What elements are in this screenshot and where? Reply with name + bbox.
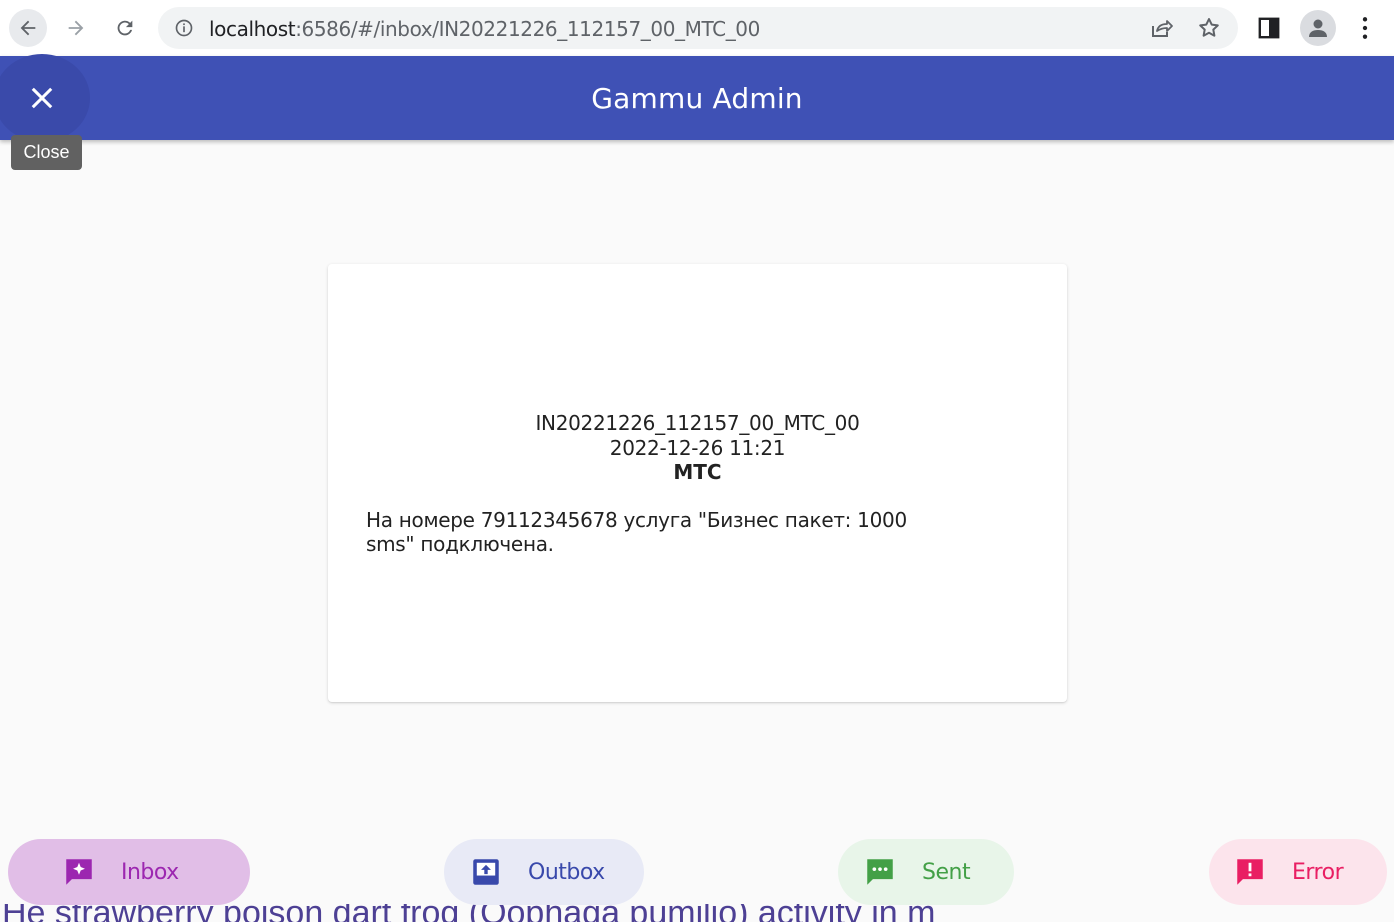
back-arrow-icon xyxy=(20,20,36,36)
close-tooltip: Close xyxy=(11,135,82,170)
forward-button[interactable] xyxy=(57,9,95,47)
outbox-upload-icon xyxy=(473,859,499,885)
sent-button[interactable]: Sent xyxy=(838,839,1014,905)
outbox-button[interactable]: Outbox xyxy=(444,839,644,905)
app-title: Gammu Admin xyxy=(591,82,803,115)
url-text[interactable]: localhost:6586/#/inbox/IN20221226_112157… xyxy=(209,17,760,41)
back-button[interactable] xyxy=(9,9,47,47)
profile-button[interactable] xyxy=(1300,10,1336,46)
error-label: Error xyxy=(1292,860,1344,885)
url-host: localhost xyxy=(209,17,296,41)
background-text-strip: He strawberry poison dart frog (Oophaga … xyxy=(0,904,1394,922)
inbox-label: Inbox xyxy=(121,860,179,885)
outbox-label: Outbox xyxy=(528,860,605,885)
share-icon[interactable] xyxy=(1148,16,1174,40)
message-date: 2022-12-26 11:21 xyxy=(609,436,786,460)
star-icon[interactable] xyxy=(1196,16,1222,40)
message-text: На номере 79112345678 услуга "Бизнес пак… xyxy=(366,508,907,556)
profile-icon xyxy=(1309,19,1327,37)
browser-toolbar: localhost:6586/#/inbox/IN20221226_112157… xyxy=(0,0,1394,56)
inbox-new-message-icon xyxy=(66,859,92,885)
reload-icon xyxy=(117,20,133,36)
message-sender: MTC xyxy=(673,460,722,484)
side-panel-icon[interactable] xyxy=(1256,15,1282,41)
url-path: :6586/#/inbox/IN20221226_112157_00_MTC_0… xyxy=(295,17,760,41)
app-bar: Gammu Admin xyxy=(0,54,1394,142)
address-bar[interactable]: localhost:6586/#/inbox/IN20221226_112157… xyxy=(158,7,1238,49)
sent-message-icon xyxy=(867,859,893,885)
background-text: He strawberry poison dart frog (Oophaga … xyxy=(2,904,936,922)
message-id: IN20221226_112157_00_MTC_00 xyxy=(535,411,860,435)
reload-button[interactable] xyxy=(106,9,144,47)
sent-label: Sent xyxy=(922,860,971,885)
error-button[interactable]: Error xyxy=(1209,839,1387,905)
error-message-icon xyxy=(1237,859,1263,885)
message-card: IN20221226_112157_00_MTC_00 2022-12-26 1… xyxy=(328,264,1067,702)
kebab-menu-icon[interactable] xyxy=(1356,15,1374,41)
forward-arrow-icon xyxy=(68,20,84,36)
inbox-button[interactable]: Inbox xyxy=(8,839,250,905)
site-info-icon[interactable] xyxy=(174,18,194,38)
